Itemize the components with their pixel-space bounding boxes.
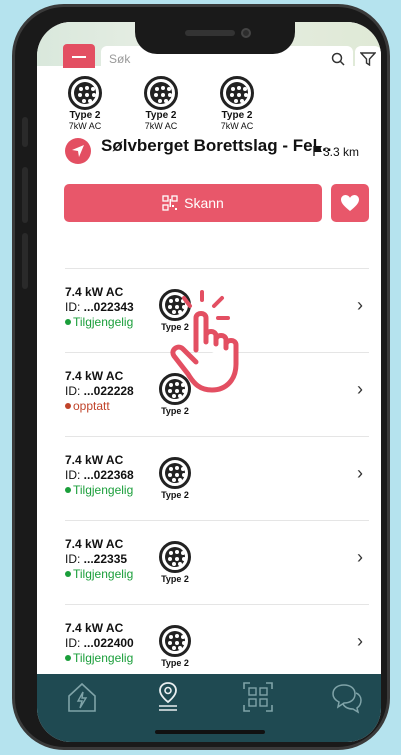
heart-icon (341, 195, 359, 211)
charger-connector: Type 2 (157, 625, 193, 668)
navigate-icon[interactable] (65, 138, 91, 164)
charger-id: ID: ...022228 (65, 384, 134, 398)
distance-value: 3.3 km (323, 145, 360, 159)
charger-id: ID: ...022368 (65, 468, 134, 482)
charger-power: 7.4 kW AC (65, 621, 124, 635)
type2-plug-icon (144, 76, 178, 110)
connector-power: 7kW AC (68, 121, 102, 131)
phone-notch (135, 22, 295, 54)
status-text: Tilgjengelig (73, 651, 134, 665)
charger-status: Tilgjengelig (65, 483, 133, 497)
status-dot (65, 571, 71, 577)
type2-plug-icon (68, 76, 102, 110)
charger-row[interactable]: 7.4 kW AC ID: ...22335 Tilgjengelig Type… (65, 520, 369, 604)
charger-id-prefix: ID: (65, 468, 84, 482)
connector-summary: Type 2 7kW AC (207, 76, 267, 131)
status-text: Tilgjengelig (73, 567, 134, 581)
charger-connector: Type 2 (157, 457, 193, 500)
connector-type: Type 2 (221, 110, 253, 121)
charger-status: Tilgjengelig (65, 315, 133, 329)
type2-plug-icon (159, 457, 191, 489)
location-row: Sølvberget Borettslag - Fel... 3.3 km (65, 134, 381, 164)
location-distance: 3.3 km (313, 145, 359, 159)
status-dot (65, 487, 71, 493)
scan-button[interactable]: Skann (64, 184, 322, 222)
search-input[interactable]: Søk (109, 52, 130, 66)
flag-icon (313, 146, 322, 156)
charger-id: ID: ...22335 (65, 552, 127, 566)
connector-type: Type 2 (145, 110, 177, 121)
nav-chat[interactable] (329, 680, 369, 720)
charger-id-value: ...022400 (83, 636, 134, 650)
charging-house-icon (68, 682, 96, 712)
phone-side-button (22, 117, 28, 147)
charger-connector: Type 2 (157, 541, 193, 584)
nav-map[interactable] (151, 680, 191, 720)
charger-power: 7.4 kW AC (65, 453, 124, 467)
charger-id-value: ...22335 (83, 552, 128, 566)
connector-type: Type 2 (161, 658, 189, 668)
connector-type: Type 2 (161, 574, 189, 584)
connector-type: Type 2 (161, 406, 189, 416)
charger-id-prefix: ID: (65, 636, 84, 650)
home-indicator (155, 730, 265, 734)
charger-id-prefix: ID: (65, 384, 84, 398)
qr-scan-icon (243, 682, 273, 712)
type2-plug-icon (159, 625, 191, 657)
status-dot (65, 655, 71, 661)
phone-volume-down (22, 233, 28, 289)
location-name: Sølvberget Borettslag - Fel... (101, 136, 332, 155)
charger-id-prefix: ID: (65, 300, 84, 314)
speaker-grille (185, 30, 235, 36)
charger-id-value: ...022343 (83, 300, 134, 314)
status-text: opptatt (73, 399, 110, 413)
chevron-right-icon[interactable]: › (357, 631, 363, 652)
nav-home[interactable] (65, 680, 105, 720)
scan-label: Skann (184, 195, 224, 211)
charger-power: 7.4 kW AC (65, 285, 124, 299)
qr-code-icon (162, 195, 178, 211)
connector-summary: Type 2 7kW AC (55, 76, 115, 131)
status-dot (65, 319, 71, 325)
charger-status: opptatt (65, 399, 110, 413)
charger-id-value: ...022228 (83, 384, 134, 398)
chevron-right-icon[interactable]: › (357, 295, 363, 316)
charger-id: ID: ...022400 (65, 636, 134, 650)
charger-status: Tilgjengelig (65, 651, 133, 665)
chevron-right-icon[interactable]: › (357, 379, 363, 400)
menu-icon (72, 56, 86, 58)
status-text: Tilgjengelig (73, 315, 134, 329)
search-icon (331, 52, 345, 66)
camera-icon (241, 28, 251, 38)
charger-id-prefix: ID: (65, 552, 84, 566)
connector-power: 7kW AC (220, 121, 254, 131)
bottom-nav (37, 674, 381, 742)
connector-type: Type 2 (161, 490, 189, 500)
charger-status: Tilgjengelig (65, 567, 133, 581)
phone-volume-up (22, 167, 28, 223)
chevron-right-icon[interactable]: › (357, 547, 363, 568)
filter-icon (360, 52, 376, 66)
favorite-button[interactable] (331, 184, 369, 222)
location-route-icon (159, 682, 177, 711)
status-text: Tilgjengelig (73, 483, 134, 497)
charger-row[interactable]: 7.4 kW AC ID: ...022368 Tilgjengelig Typ… (65, 436, 369, 520)
chat-icon (332, 684, 362, 714)
nav-scan[interactable] (241, 680, 281, 720)
status-dot (65, 403, 71, 409)
type2-plug-icon (159, 541, 191, 573)
connector-power: 7kW AC (144, 121, 178, 131)
charger-power: 7.4 kW AC (65, 537, 124, 551)
connector-type: Type 2 (69, 110, 101, 121)
chevron-right-icon[interactable]: › (357, 463, 363, 484)
connector-summary: Type 2 7kW AC (131, 76, 191, 131)
charger-power: 7.4 kW AC (65, 369, 124, 383)
charger-id-value: ...022368 (83, 468, 134, 482)
tap-hand-icon (170, 290, 239, 393)
type2-plug-icon (220, 76, 254, 110)
charger-id: ID: ...022343 (65, 300, 134, 314)
